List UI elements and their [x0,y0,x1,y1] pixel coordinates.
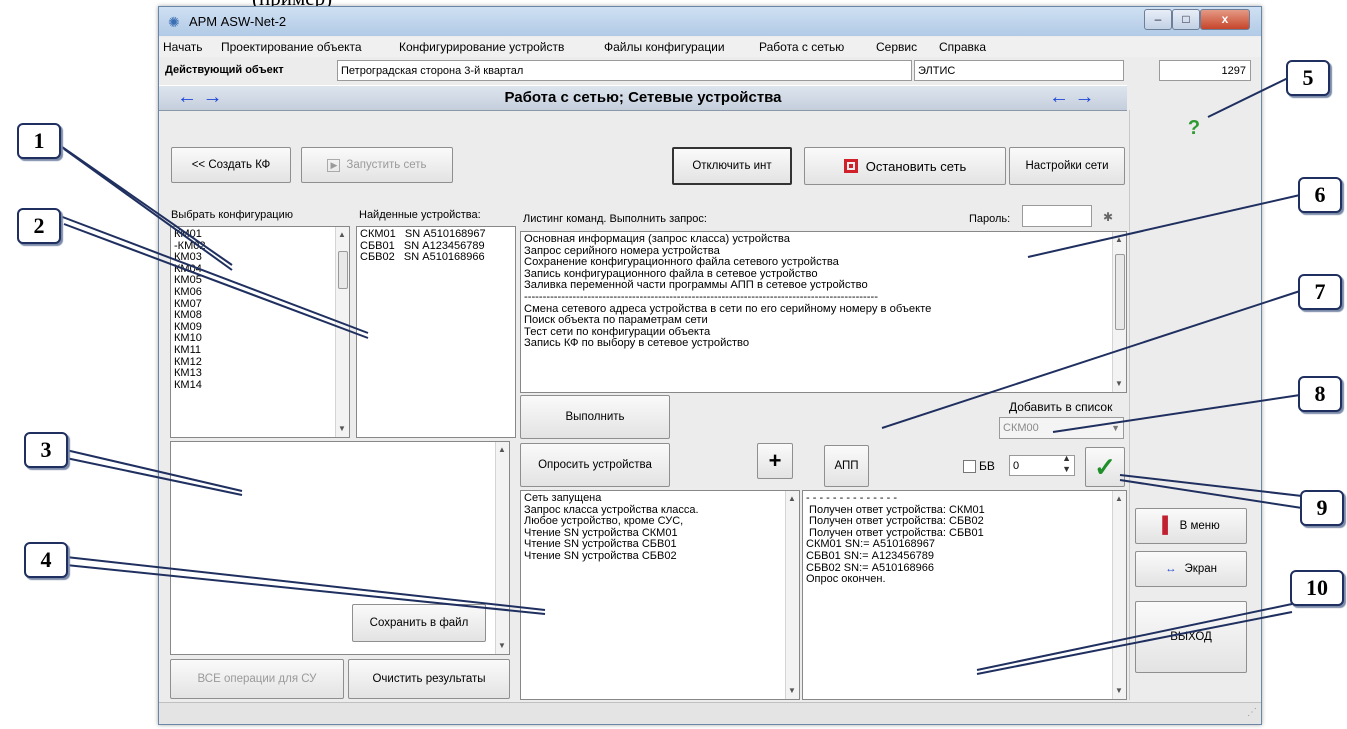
callout-5: 5 [1286,60,1330,96]
callout-6: 6 [1298,177,1342,213]
callout-10: 10 [1290,570,1344,606]
callout-1: 1 [17,123,61,159]
callout-8: 8 [1298,376,1342,412]
callout-7: 7 [1298,274,1342,310]
callout-9: 9 [1300,490,1344,526]
callout-2: 2 [17,208,61,244]
callout-leaders [51,77,1303,675]
callout-4: 4 [24,542,68,578]
callout-3: 3 [24,432,68,468]
